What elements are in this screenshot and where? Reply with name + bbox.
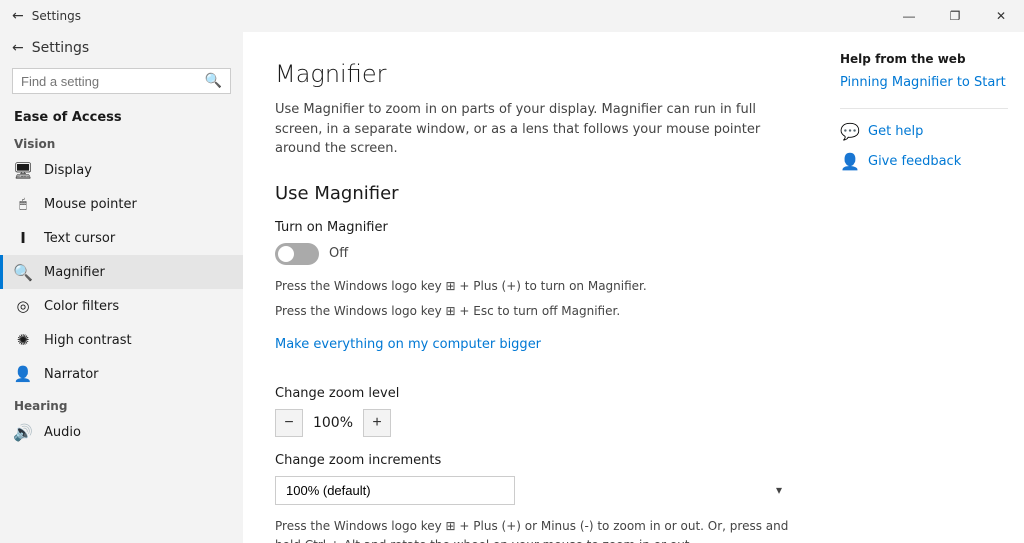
search-input[interactable] [21,74,199,89]
sidebar-back-label: Settings [32,40,89,56]
maximize-button[interactable]: ❐ [932,0,978,32]
search-box: 🔍 [12,68,231,94]
sidebar-item-color-filters[interactable]: ◎ Color filters [0,289,243,323]
toggle-row: Off [275,243,792,265]
vision-category: Vision [0,129,243,153]
sidebar-item-label: Magnifier [44,265,105,280]
get-help-label[interactable]: Get help [868,124,923,139]
settings-back-arrow[interactable]: ← [12,8,24,24]
hearing-category: Hearing [0,391,243,415]
sidebar-item-label: Display [44,163,92,178]
zoom-increment-dropdown[interactable]: 25% 50% 100% (default) 150% 200% [275,476,515,505]
color-filters-icon: ◎ [14,297,32,315]
sidebar-section-title: Ease of Access [0,102,243,129]
text-cursor-icon: I [14,229,32,247]
hint-text-3: Press the Windows logo key ⊞ + Plus (+) … [275,517,792,543]
sidebar-item-label: Narrator [44,367,99,382]
get-help-icon: 💬 [840,121,860,141]
help-panel: Help from the web Pinning Magnifier to S… [824,32,1024,543]
display-icon: 🖥 [14,161,32,179]
hint1-text: Press the Windows logo key ⊞ + Plus (+) … [275,279,647,293]
search-icon: 🔍 [205,73,222,89]
help-from-web: Help from the web Pinning Magnifier to S… [840,52,1008,92]
sidebar-item-magnifier[interactable]: 🔍 Magnifier [0,255,243,289]
audio-icon: 🔊 [14,423,32,441]
sidebar-item-audio[interactable]: 🔊 Audio [0,415,243,449]
zoom-row: − 100% + [275,409,792,437]
titlebar-controls: — ❐ ✕ [886,0,1024,32]
magnifier-icon: 🔍 [14,263,32,281]
zoom-increase-button[interactable]: + [363,409,391,437]
sidebar-item-text-cursor[interactable]: I Text cursor [0,221,243,255]
app-container: ← Settings 🔍 Ease of Access Vision 🖥 Dis… [0,32,1024,543]
hint2-text: Press the Windows logo key ⊞ + Esc to tu… [275,304,620,318]
section-heading: Use Magnifier [275,183,792,204]
sidebar-item-label: High contrast [44,333,132,348]
pinning-link[interactable]: Pinning Magnifier to Start [840,74,1008,92]
page-description: Use Magnifier to zoom in on parts of you… [275,100,792,159]
minimize-button[interactable]: — [886,0,932,32]
titlebar-left: ← Settings [12,8,81,24]
sidebar-item-mouse-pointer[interactable]: 🖱 Mouse pointer [0,187,243,221]
hint-text-1: Press the Windows logo key ⊞ + Plus (+) … [275,277,792,296]
help-section-title: Help from the web [840,52,1008,66]
sidebar: ← Settings 🔍 Ease of Access Vision 🖥 Dis… [0,32,243,543]
help-divider [840,108,1008,109]
toggle-state-label: Off [329,246,348,261]
zoom-value-display: 100% [309,415,357,431]
mouse-pointer-icon: 🖱 [14,195,32,213]
sidebar-item-label: Color filters [44,299,119,314]
feedback-label[interactable]: Give feedback [868,154,961,169]
back-arrow-icon: ← [12,40,24,56]
get-help-action[interactable]: 💬 Get help [840,121,1008,141]
sidebar-item-label: Text cursor [44,231,115,246]
hint-text-2: Press the Windows logo key ⊞ + Esc to tu… [275,302,792,321]
zoom-level-label: Change zoom level [275,386,792,401]
content-area: Magnifier Use Magnifier to zoom in on pa… [243,32,824,543]
close-button[interactable]: ✕ [978,0,1024,32]
zoom-decrease-button[interactable]: − [275,409,303,437]
sidebar-item-display[interactable]: 🖥 Display [0,153,243,187]
magnifier-toggle[interactable] [275,243,319,265]
sidebar-item-label: Mouse pointer [44,197,137,212]
sidebar-item-high-contrast[interactable]: ✺ High contrast [0,323,243,357]
titlebar-title: Settings [32,9,81,23]
toggle-section-label: Turn on Magnifier [275,220,792,235]
page-title: Magnifier [275,60,792,88]
sidebar-back[interactable]: ← Settings [0,32,243,64]
narrator-icon: 👤 [14,365,32,383]
give-feedback-action[interactable]: 👤 Give feedback [840,151,1008,171]
dropdown-arrow-icon: ▾ [776,483,782,497]
titlebar: ← Settings — ❐ ✕ [0,0,1024,32]
zoom-increment-dropdown-row: 25% 50% 100% (default) 150% 200% ▾ [275,476,792,505]
feedback-icon: 👤 [840,151,860,171]
zoom-increments-label: Change zoom increments [275,453,792,468]
sidebar-item-label: Audio [44,425,81,440]
bigger-link[interactable]: Make everything on my computer bigger [275,337,541,352]
sidebar-item-narrator[interactable]: 👤 Narrator [0,357,243,391]
high-contrast-icon: ✺ [14,331,32,349]
